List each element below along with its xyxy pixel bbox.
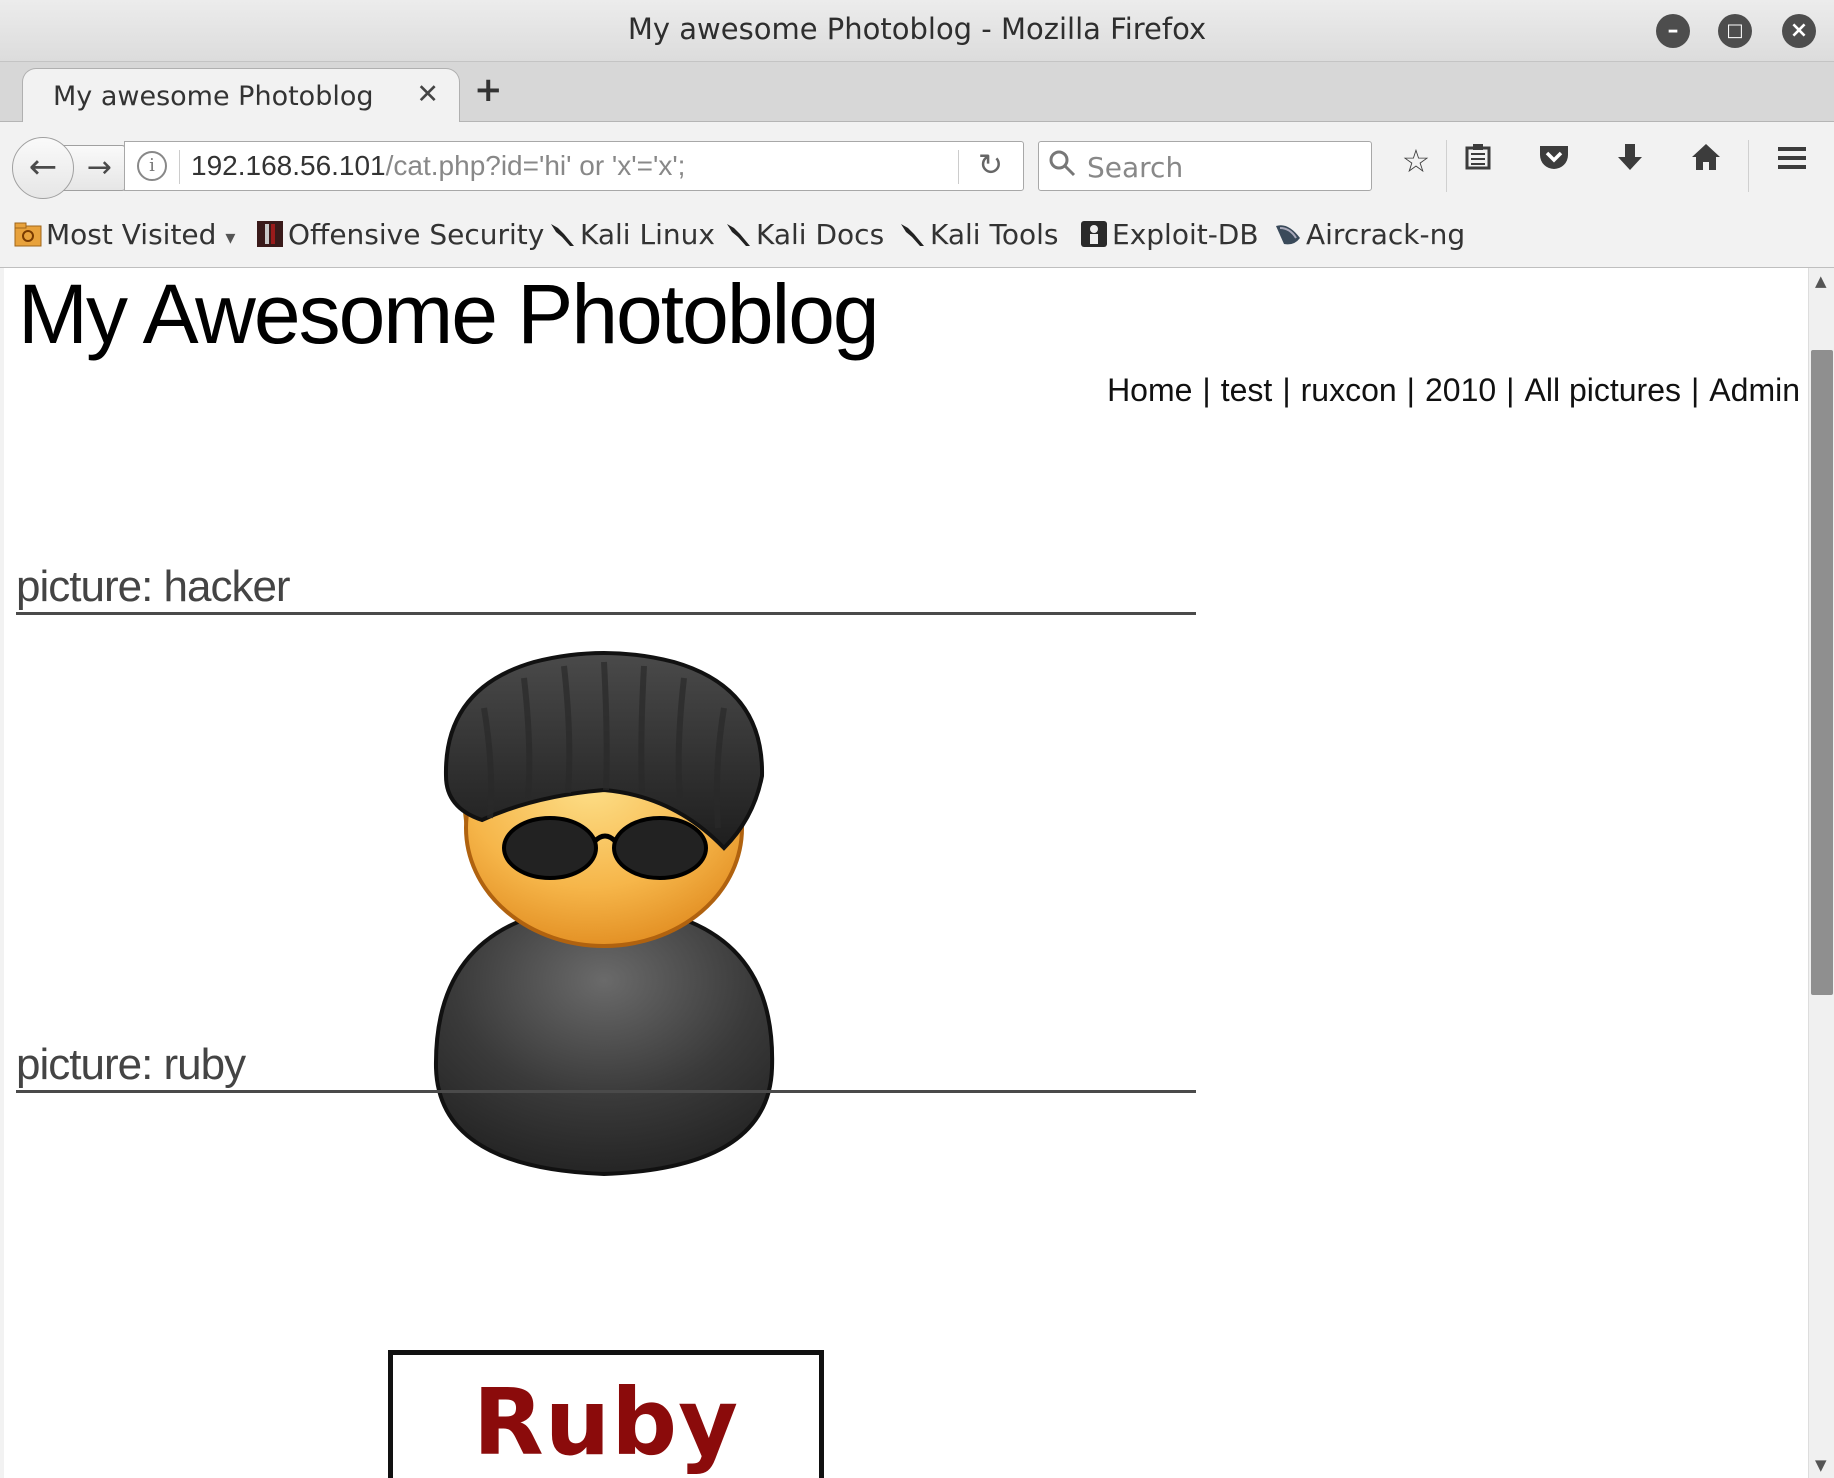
kali-dragon-icon <box>548 220 576 248</box>
reload-icon[interactable]: ↻ <box>978 148 1003 183</box>
tab-bar: My awesome Photoblog ✕ + <box>0 62 1834 123</box>
page-title: My Awesome Photoblog <box>18 268 880 361</box>
home-icon[interactable] <box>1682 142 1730 180</box>
chevron-down-icon: ▾ <box>225 225 236 249</box>
pocket-icon[interactable] <box>1530 142 1578 180</box>
close-window-icon[interactable]: × <box>1782 14 1816 48</box>
scroll-up-icon[interactable]: ▲ <box>1815 272 1827 290</box>
bookmark-label: Kali Tools <box>930 218 1059 251</box>
bookmark-offensive-security[interactable]: Offensive Security <box>256 218 544 251</box>
back-icon[interactable]: ← <box>12 137 74 199</box>
folder-icon <box>14 220 42 248</box>
search-icon <box>1047 148 1077 185</box>
hacker-image[interactable] <box>424 648 784 1178</box>
reader-list-icon[interactable] <box>1454 142 1502 180</box>
bookmark-label: Offensive Security <box>288 218 545 251</box>
kali-dragon-icon <box>898 220 926 248</box>
info-icon[interactable]: i <box>137 151 167 181</box>
nav-admin[interactable]: Admin <box>1709 372 1800 408</box>
ruby-logo-text: Ruby <box>472 1369 740 1476</box>
bookmark-label: Most Visited <box>46 218 217 251</box>
nav-2010[interactable]: 2010 <box>1425 372 1496 408</box>
minimize-icon[interactable]: – <box>1656 14 1690 48</box>
toolbar-separator <box>1748 140 1749 192</box>
nav-separator: | <box>1282 372 1291 408</box>
tab-label: My awesome Photoblog <box>53 81 374 112</box>
scroll-down-icon[interactable]: ▼ <box>1815 1456 1827 1474</box>
bookmark-kali-tools[interactable]: Kali Tools <box>898 218 1058 251</box>
url-separator <box>179 150 180 184</box>
search-placeholder: Search <box>1087 151 1184 184</box>
bookmark-star-icon[interactable]: ☆ <box>1392 142 1440 180</box>
bookmark-label: Kali Linux <box>580 218 715 251</box>
url-path: /cat.php?id='hi' or 'x'='x'; <box>385 150 686 181</box>
ruby-image[interactable]: Ruby <box>388 1350 824 1478</box>
url-host: 192.168.56.101 <box>191 150 386 181</box>
url-text[interactable]: 192.168.56.101/cat.php?id='hi' or 'x'='x… <box>191 150 685 182</box>
picture-title-ruby: picture: ruby <box>16 1040 246 1089</box>
nav-test[interactable]: test <box>1221 372 1273 408</box>
title-underline <box>16 612 1196 615</box>
title-underline <box>16 1090 1196 1093</box>
maximize-icon[interactable]: □ <box>1718 14 1752 48</box>
picture-title-hacker: picture: hacker <box>16 562 291 611</box>
nav-ruxcon[interactable]: ruxcon <box>1301 372 1397 408</box>
navigation-toolbar: → ← i 192.168.56.101/cat.php?id='hi' or … <box>0 122 1834 208</box>
site-nav: Home | test | ruxcon | 2010 | All pictures | Admin <box>1107 372 1800 409</box>
menu-icon[interactable] <box>1768 142 1816 180</box>
title-bar: My awesome Photoblog - Mozilla Firefox –… <box>0 0 1834 62</box>
nav-separator: | <box>1202 372 1211 408</box>
exploit-db-icon <box>1080 220 1108 248</box>
bookmark-label: Aircrack-ng <box>1306 218 1466 251</box>
bookmark-most-visited[interactable]: Most Visited ▾ <box>14 218 235 251</box>
search-input[interactable]: Search <box>1038 141 1372 191</box>
tab-photoblog[interactable]: My awesome Photoblog ✕ <box>22 68 460 123</box>
download-icon[interactable] <box>1606 142 1654 182</box>
url-separator-right <box>958 150 959 184</box>
nav-home[interactable]: Home <box>1107 372 1192 408</box>
url-bar[interactable]: i 192.168.56.101/cat.php?id='hi' or 'x'=… <box>124 141 1024 191</box>
page-content: My Awesome Photoblog Home | test | ruxcon | 20… <box>4 268 1808 1478</box>
aircrack-icon <box>1274 220 1302 248</box>
scrollbar-thumb[interactable] <box>1811 350 1833 995</box>
new-tab-icon[interactable]: + <box>474 70 503 110</box>
bookmark-kali-linux[interactable]: Kali Linux <box>548 218 715 251</box>
toolbar-separator <box>1446 140 1447 192</box>
nav-separator: | <box>1690 372 1700 408</box>
bookmarks-toolbar: Most Visited ▾ Offensive Security Kali L… <box>0 208 1834 268</box>
bookmark-exploit-db[interactable]: Exploit-DB <box>1080 218 1259 251</box>
nav-separator: | <box>1506 372 1515 408</box>
bookmark-kali-docs[interactable]: Kali Docs <box>724 218 884 251</box>
kali-dragon-icon <box>724 220 752 248</box>
offsec-icon <box>256 220 284 248</box>
vertical-scrollbar[interactable]: ▲ ▼ <box>1808 268 1834 1478</box>
bookmark-label: Exploit-DB <box>1112 218 1259 251</box>
close-tab-icon[interactable]: ✕ <box>416 79 439 110</box>
bookmark-aircrack-ng[interactable]: Aircrack-ng <box>1274 218 1465 251</box>
nav-all-pictures[interactable]: All pictures <box>1524 372 1681 408</box>
browser-window: My awesome Photoblog - Mozilla Firefox –… <box>0 0 1834 1478</box>
bookmark-label: Kali Docs <box>756 218 885 251</box>
nav-separator: | <box>1406 372 1415 408</box>
window-title: My awesome Photoblog - Mozilla Firefox <box>627 12 1207 46</box>
